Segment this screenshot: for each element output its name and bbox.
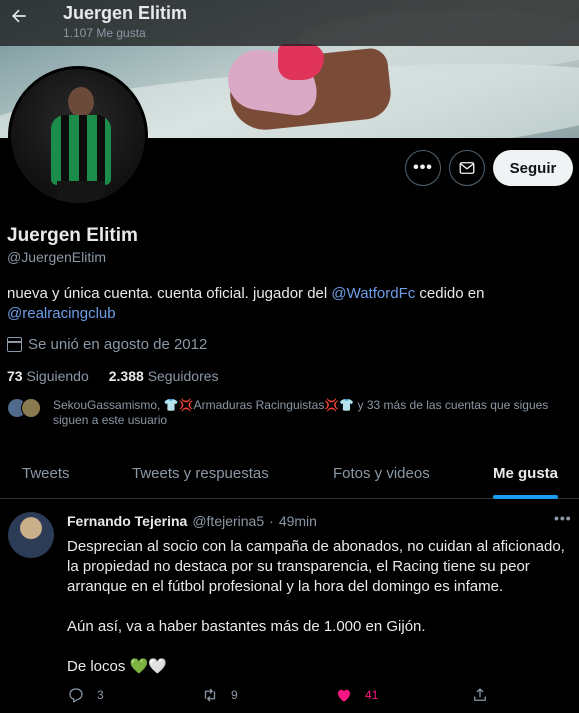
tweet-separator: · (269, 513, 274, 529)
top-bar-title: Juergen Elitim (63, 3, 188, 23)
tweet-actions: 3 9 41 (67, 686, 567, 706)
retweet-icon (204, 688, 216, 702)
followers-link[interactable]: 2.388 Seguidores (109, 368, 219, 384)
profile-handle: @JuergenElitim (7, 249, 107, 265)
retweet-button[interactable]: 9 (201, 686, 238, 704)
following-label: Siguiendo (26, 368, 89, 384)
tweet-header: Fernando Tejerina @ftejerina5 · 49min (67, 513, 317, 529)
retweet-count: 9 (231, 688, 238, 702)
profile-bio: nueva y única cuenta. cuenta oficial. ju… (7, 284, 567, 324)
reply-button[interactable]: 3 (67, 686, 104, 704)
more-options-button[interactable]: ••• (405, 150, 441, 186)
envelope-icon (459, 162, 475, 174)
like-count: 41 (365, 688, 379, 702)
more-icon: ••• (413, 159, 433, 176)
followers-label: Seguidores (147, 368, 219, 384)
bio-link-racing[interactable]: @realracingclub (7, 305, 116, 322)
joined-text: Se unió en agosto de 2012 (28, 336, 208, 353)
mutual-avatar (21, 398, 41, 418)
share-icon (474, 688, 486, 701)
follow-button[interactable]: Seguir (493, 150, 573, 186)
active-tab-indicator (493, 495, 558, 499)
green-heart-emoji: 💚 (129, 658, 149, 675)
tweet-author-name[interactable]: Fernando Tejerina (67, 513, 187, 529)
tweet-author-handle[interactable]: @ftejerina5 (192, 513, 264, 529)
tweet-paragraph-text: De locos (67, 658, 126, 675)
tab-tweets-replies[interactable]: Tweets y respuestas (132, 465, 269, 482)
calendar-icon (7, 337, 22, 352)
tweet-more-icon[interactable]: ••• (554, 510, 572, 526)
bio-text-mid: cedido en (415, 285, 485, 302)
like-button[interactable]: 41 (335, 686, 378, 704)
reply-icon (69, 688, 83, 703)
tab-media[interactable]: Fotos y videos (333, 465, 430, 482)
back-arrow-icon[interactable] (8, 6, 30, 30)
mutual-avatars (7, 398, 43, 418)
followed-by-text: SekouGassamismo, 👕💢Armaduras Racinguista… (53, 398, 549, 427)
tweet-paragraph: Aún así, va a haber bastantes más de 1.0… (67, 618, 426, 635)
tweet-paragraph-last: De locos 💚🤍 (67, 657, 567, 677)
tweet-text: Desprecian al socio con la campaña de ab… (67, 537, 567, 697)
profile-top-bar: Juergen Elitim 1.107 Me gusta (0, 0, 579, 46)
bio-link-watford[interactable]: @WatfordFc (331, 285, 415, 302)
following-link[interactable]: 73 Siguiendo (7, 368, 89, 384)
white-heart-emoji: 🤍 (148, 658, 167, 675)
bio-text: nueva y única cuenta. cuenta oficial. ju… (7, 285, 332, 302)
heart-filled-icon (338, 689, 350, 702)
tab-tweets[interactable]: Tweets (22, 465, 70, 482)
following-count: 73 (7, 368, 23, 384)
followers-count: 2.388 (108, 368, 144, 384)
tweet-paragraph: Desprecian al socio con la campaña de ab… (67, 538, 565, 595)
profile-tabs: Tweets Tweets y respuestas Fotos y video… (0, 450, 579, 499)
tweet-timestamp[interactable]: 49min (279, 513, 317, 529)
joined-date: Se unió en agosto de 2012 (7, 336, 207, 353)
profile-name: Juergen Elitim (7, 225, 138, 246)
message-button[interactable] (449, 150, 485, 186)
tweet-author-avatar[interactable] (8, 512, 54, 558)
followers-you-know[interactable]: SekouGassamismo, 👕💢Armaduras Racinguista… (7, 398, 567, 428)
top-bar-subtitle: 1.107 Me gusta (63, 26, 146, 40)
follow-stats: 73 Siguiendo 2.388 Seguidores (7, 368, 219, 384)
share-button[interactable] (471, 686, 489, 704)
reply-count: 3 (97, 688, 104, 702)
tab-likes[interactable]: Me gusta (493, 465, 558, 482)
profile-avatar[interactable] (8, 66, 148, 206)
